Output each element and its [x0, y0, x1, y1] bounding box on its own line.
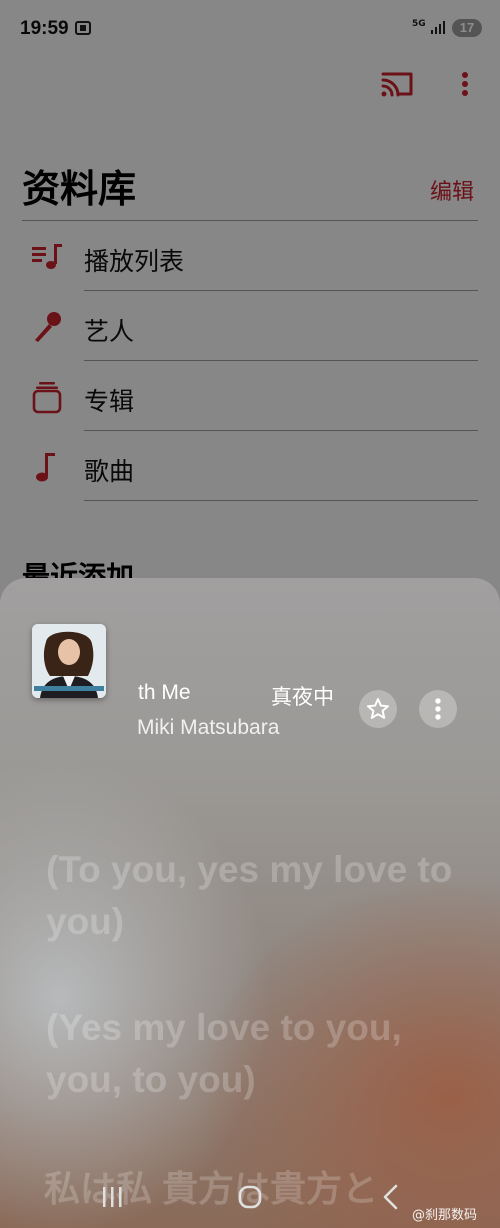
song-title-marquee: th Me 真夜中	[136, 681, 336, 711]
artist-name[interactable]: Miki Matsubara	[137, 716, 279, 740]
lyric-line[interactable]: (Yes my love to you, you, to you)	[46, 1002, 466, 1106]
now-playing-sheet: th Me 真夜中 Miki Matsubara (To you, yes my…	[0, 578, 500, 1228]
lyric-line[interactable]: (To you, yes my love to you)	[46, 844, 466, 948]
song-title-part: 真夜中	[271, 686, 334, 709]
song-title-part: th Me	[138, 681, 191, 704]
favorite-button[interactable]	[359, 690, 397, 728]
star-outline-icon	[367, 698, 389, 719]
home-icon[interactable]	[232, 1182, 268, 1212]
watermark: @刹那数码	[412, 1208, 478, 1223]
back-icon[interactable]	[372, 1182, 408, 1212]
recent-apps-icon[interactable]	[94, 1182, 130, 1212]
more-options-button[interactable]	[419, 690, 457, 728]
more-vertical-icon	[435, 698, 441, 720]
album-cover[interactable]	[32, 624, 106, 698]
